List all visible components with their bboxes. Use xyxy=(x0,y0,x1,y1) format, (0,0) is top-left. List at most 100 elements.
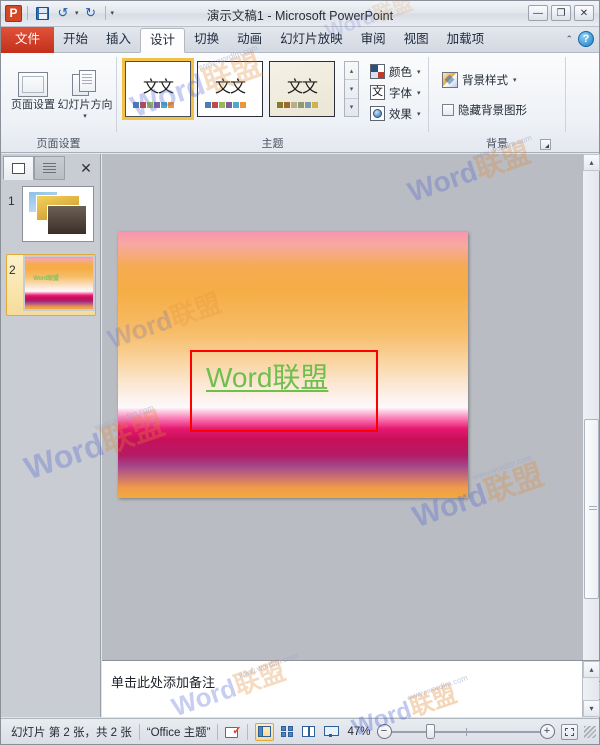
theme-swatches xyxy=(277,102,318,108)
theme-gallery-scroll[interactable]: ▴ ▾ ▾ xyxy=(344,61,359,117)
group-label-themes: 主题 xyxy=(261,138,284,150)
zoom-out-button[interactable]: − xyxy=(376,724,392,739)
tab-view[interactable]: 视图 xyxy=(395,27,438,53)
slide-canvas[interactable]: Word联盟 xyxy=(118,232,468,498)
scrollbar-grip-icon xyxy=(589,506,597,512)
theme-thumbnail-3[interactable]: 文文 xyxy=(269,61,335,117)
notes-pane[interactable]: 单击此处添加备注 ▴ ▾ xyxy=(102,660,600,717)
slide-thumbnail-panel: ✕ 1 2 Word联盟 xyxy=(1,154,101,717)
theme-effects-caret[interactable]: ▾ xyxy=(417,110,421,118)
minimize-button[interactable]: — xyxy=(528,5,548,21)
help-icon[interactable]: ? xyxy=(578,31,594,47)
notes-scroll-up[interactable]: ▴ xyxy=(583,661,600,678)
reading-view-button[interactable] xyxy=(299,723,318,741)
scrollbar-thumb[interactable] xyxy=(584,419,599,599)
checkbox-icon[interactable] xyxy=(442,103,454,116)
theme-thumbnail-text: 文文 xyxy=(142,79,174,96)
slide-list-item-1[interactable]: 1 xyxy=(6,186,96,248)
theme-side-buttons: 颜色 ▾ 文 字体 ▾ 效果 ▾ xyxy=(367,61,424,124)
gallery-scroll-up[interactable]: ▴ xyxy=(345,62,358,81)
slide-sorter-icon xyxy=(280,726,293,737)
ribbon-group-themes: 文文 文文 文文 ▴ ▾ ▾ 颜色 ▾ 文 字体 ▾ 效果 ▾ 主题 xyxy=(117,53,428,153)
notes-placeholder: 单击此处添加备注 xyxy=(111,675,216,690)
normal-view-button[interactable] xyxy=(255,722,275,741)
theme-colors-label: 颜色 xyxy=(389,66,412,79)
notes-scrollbar[interactable]: ▴ ▾ xyxy=(582,661,600,717)
collapse-ribbon-icon[interactable]: ⌃ xyxy=(565,34,573,45)
divider xyxy=(247,723,249,740)
slideshow-icon xyxy=(324,726,340,737)
hide-background-graphics-checkbox[interactable]: 隐藏背景图形 xyxy=(439,99,530,120)
theme-effects-button[interactable]: 效果 ▾ xyxy=(367,103,424,124)
tab-addins[interactable]: 加载项 xyxy=(438,27,494,53)
theme-thumbnail-text: 文文 xyxy=(286,79,318,96)
tab-design[interactable]: 设计 xyxy=(140,28,186,53)
slide-number: 2 xyxy=(9,263,16,277)
zoom-in-button[interactable]: + xyxy=(539,724,555,739)
background-styles-button[interactable]: 背景样式 ▾ xyxy=(439,69,520,90)
zoom-slider-tick xyxy=(465,727,467,736)
ribbon-tab-strip: 文件 开始 插入 设计 切换 动画 幻灯片放映 审阅 视图 加载项 ⌃ ? xyxy=(1,27,599,53)
slide-thumbnail[interactable] xyxy=(22,186,94,242)
slide-orientation-button[interactable]: 幻灯片方向 ▾ xyxy=(57,61,113,120)
slide-thumbnail[interactable]: Word联盟 xyxy=(23,255,95,311)
zoom-slider-thumb[interactable] xyxy=(425,724,435,739)
theme-fonts-label: 字体 xyxy=(389,87,412,100)
notes-scroll-down[interactable]: ▾ xyxy=(583,700,600,717)
zoom-slider[interactable] xyxy=(391,724,540,740)
tab-review[interactable]: 审阅 xyxy=(352,27,395,53)
slide-orientation-icon xyxy=(57,61,113,97)
panel-tabs: ✕ xyxy=(3,156,98,182)
background-dialog-launcher-icon[interactable] xyxy=(540,139,551,150)
normal-view-icon xyxy=(258,726,272,737)
window-controls: — ❐ ✕ xyxy=(528,5,594,21)
outline-tab[interactable] xyxy=(34,156,65,180)
powerpoint-window: P ↺ ▾ ↻ ▾ 演示文稿1 - Microsoft PowerPoint —… xyxy=(0,0,600,745)
theme-name-text: “Office 主题” xyxy=(146,726,211,739)
gallery-more[interactable]: ▾ xyxy=(345,99,358,116)
theme-colors-icon xyxy=(370,64,385,79)
slide-vertical-scrollbar[interactable]: ▴ ▾ ▴ ▾ xyxy=(582,154,600,717)
slide-textbox[interactable]: Word联盟 xyxy=(190,350,378,432)
zoom-level-text: 47% xyxy=(347,725,371,738)
gallery-scroll-down[interactable]: ▾ xyxy=(345,80,358,99)
page-setup-icon xyxy=(5,61,61,97)
tab-slideshow[interactable]: 幻灯片放映 xyxy=(271,27,352,53)
slideshow-view-button[interactable] xyxy=(321,723,340,741)
theme-fonts-button[interactable]: 文 字体 ▾ xyxy=(367,82,424,103)
close-button[interactable]: ✕ xyxy=(574,5,594,21)
resize-grip-icon[interactable] xyxy=(584,725,596,738)
theme-colors-button[interactable]: 颜色 ▾ xyxy=(367,61,424,82)
window-title: 演示文稿1 - Microsoft PowerPoint xyxy=(206,9,394,23)
tab-transitions[interactable]: 切换 xyxy=(185,27,228,53)
ribbon-group-background: 背景样式 ▾ 隐藏背景图形 背景 xyxy=(429,53,565,153)
tab-file[interactable]: 文件 xyxy=(1,27,55,53)
theme-gallery[interactable]: 文文 文文 文文 xyxy=(122,58,335,120)
tab-animations[interactable]: 动画 xyxy=(228,27,271,53)
maximize-button[interactable]: ❐ xyxy=(551,5,571,21)
divider xyxy=(217,723,219,740)
theme-effects-label: 效果 xyxy=(389,108,412,121)
background-styles-caret[interactable]: ▾ xyxy=(513,76,517,84)
slide-sorter-view-button[interactable] xyxy=(277,723,296,741)
slide-list-item-2[interactable]: 2 Word联盟 xyxy=(6,254,96,316)
ribbon: 页面设置 幻灯片方向 ▾ 页面设置 文文 文文 文文 ▴ ▾ ▾ 颜色 ▾ 文 … xyxy=(1,53,599,153)
slide-textbox-text: Word联盟 xyxy=(206,362,329,393)
slide-orientation-caret[interactable]: ▾ xyxy=(57,112,113,120)
theme-thumbnail-1[interactable]: 文文 xyxy=(122,58,194,120)
page-setup-label: 页面设置 xyxy=(11,99,55,111)
fit-to-window-icon[interactable] xyxy=(560,723,578,740)
close-panel-button[interactable]: ✕ xyxy=(74,156,98,180)
slides-tab[interactable] xyxy=(3,156,34,180)
page-setup-button[interactable]: 页面设置 xyxy=(5,61,61,111)
spellcheck-icon[interactable] xyxy=(225,724,241,739)
scroll-up-button[interactable]: ▴ xyxy=(583,154,600,171)
theme-colors-caret[interactable]: ▾ xyxy=(417,68,421,76)
theme-fonts-caret[interactable]: ▾ xyxy=(417,89,421,97)
theme-thumbnail-2[interactable]: 文文 xyxy=(197,61,263,117)
tab-strip-right: ⌃ ? xyxy=(565,31,594,47)
slide-orientation-label: 幻灯片方向 xyxy=(57,99,113,111)
slide-2-preview: Word联盟 xyxy=(25,257,93,309)
tab-insert[interactable]: 插入 xyxy=(97,27,140,53)
tab-home[interactable]: 开始 xyxy=(54,27,97,53)
